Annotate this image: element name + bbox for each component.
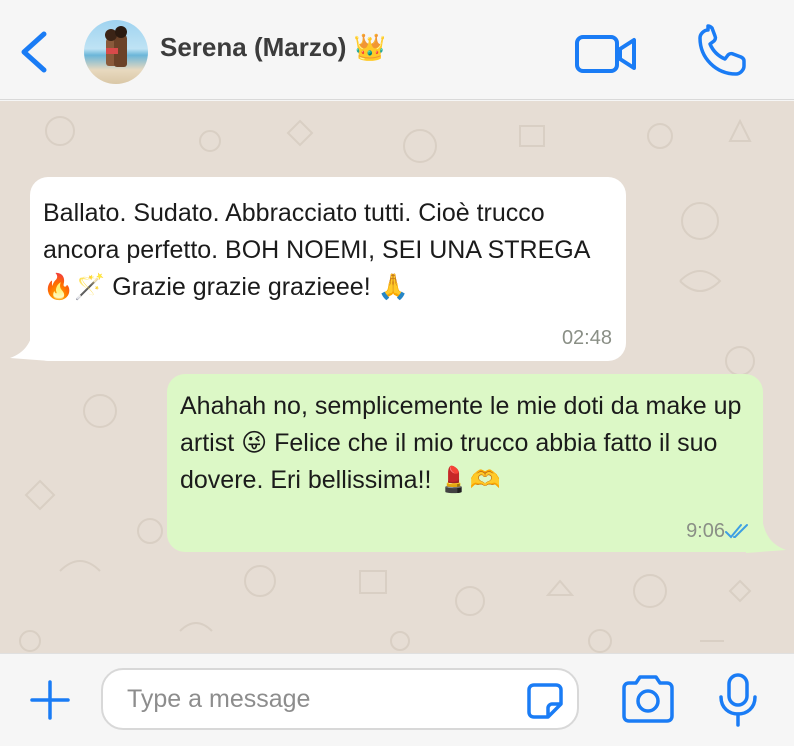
sticker-icon: [527, 683, 563, 719]
camera-icon: [622, 675, 674, 723]
message-text: Ballato. Sudato. Abbracciato tutti. Cioè…: [43, 199, 590, 301]
composer-bar: [0, 653, 794, 746]
phone-icon: [698, 24, 746, 76]
contact-name[interactable]: Serena (Marzo) 👑: [160, 30, 386, 64]
message-text: Ahahah no, semplicemente le mie doti da …: [180, 392, 742, 494]
chat-area[interactable]: Ballato. Sudato. Abbracciato tutti. Cioè…: [0, 101, 794, 653]
video-call-button[interactable]: [574, 34, 638, 74]
sticker-button[interactable]: [526, 682, 564, 720]
chevron-left-icon: [21, 31, 47, 73]
message-input[interactable]: [101, 668, 579, 730]
voice-call-button[interactable]: [694, 24, 750, 80]
camera-button[interactable]: [620, 674, 676, 724]
incoming-message[interactable]: Ballato. Sudato. Abbracciato tutti. Cioè…: [30, 177, 626, 361]
message-time: 02:48: [561, 327, 612, 349]
message-time: 9:06: [686, 520, 725, 542]
plus-icon: [30, 680, 70, 720]
voice-message-button[interactable]: [716, 672, 760, 728]
video-camera-icon: [575, 35, 636, 73]
double-check-icon: [725, 524, 748, 539]
chat-header: Serena (Marzo) 👑: [0, 0, 794, 100]
outgoing-message[interactable]: Ahahah no, semplicemente le mie doti da …: [167, 374, 763, 552]
back-button[interactable]: [14, 30, 54, 74]
avatar[interactable]: [84, 20, 148, 84]
microphone-icon: [719, 673, 757, 727]
attach-button[interactable]: [28, 678, 72, 722]
